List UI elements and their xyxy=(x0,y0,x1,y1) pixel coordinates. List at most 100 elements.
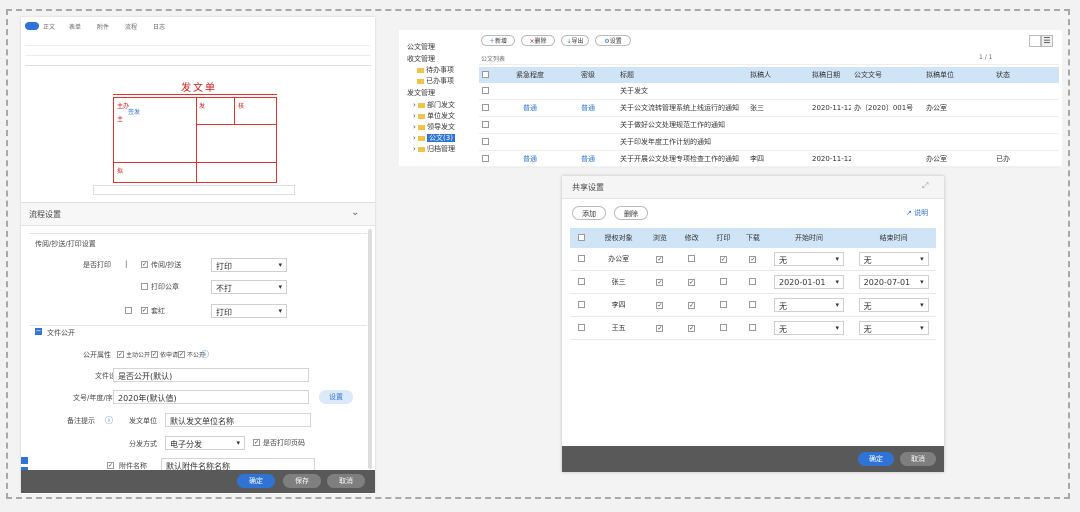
cell-title[interactable]: 关于发文 xyxy=(617,83,747,100)
modal-ok-button[interactable]: 确定 xyxy=(858,452,894,466)
note-sub2-select[interactable]: 电子分发 ▾ xyxy=(165,436,245,450)
share-row-check-cell[interactable] xyxy=(570,248,594,271)
share-perm-checkbox[interactable] xyxy=(749,323,757,331)
share-perm-checkbox[interactable]: ✓ xyxy=(749,256,757,263)
tree-item-5[interactable]: › 单位发文 xyxy=(413,111,455,121)
cell-title[interactable]: 关于开展公文处理专项检查工作的通知 xyxy=(617,150,747,168)
col-secret[interactable]: 密级 xyxy=(559,67,617,83)
share-perm-checkbox[interactable]: ✓ xyxy=(656,256,664,263)
row-checkbox-cell[interactable] xyxy=(479,83,501,100)
tab-4[interactable]: 日志 xyxy=(153,22,165,31)
row-checkbox-cell[interactable] xyxy=(479,150,501,168)
share-perm-d-cell[interactable]: ✓ xyxy=(739,248,767,271)
table-row[interactable]: 关于发文 xyxy=(479,83,1059,100)
share-perm-checkbox[interactable]: ✓ xyxy=(688,302,696,309)
table-row[interactable]: 普通 普通 关于公文流转管理系统上线运行的通知 张三 2020-11-12 办〔2020〕… xyxy=(479,99,1059,117)
opt3-checkbox[interactable]: ✓ xyxy=(141,307,148,314)
share-row-check-cell[interactable] xyxy=(570,293,594,317)
col-drafter[interactable]: 拟稿人 xyxy=(747,67,809,83)
pager[interactable]: 1 / 1 xyxy=(979,54,992,61)
share-perm-checkbox[interactable]: ✓ xyxy=(719,256,727,263)
modal-delete-button[interactable]: 删除 xyxy=(614,206,648,220)
share-row[interactable]: 王五 ✓ ✓ 无 ▾ 无 ▾ xyxy=(570,316,936,340)
share-row[interactable]: 办公室 ✓ ✓ ✓ 无 ▾ 无 ▾ xyxy=(570,248,936,271)
select-all-checkbox[interactable] xyxy=(482,70,489,78)
col-checkbox[interactable] xyxy=(479,67,501,83)
share-end-cell[interactable]: 无 ▾ xyxy=(851,293,936,317)
add-button[interactable]: ＋新增 xyxy=(481,35,515,46)
attach-checkbox[interactable]: ✓ xyxy=(107,462,114,469)
opt2-checkbox[interactable] xyxy=(141,283,148,290)
modal-add-button[interactable]: 添加 xyxy=(572,206,606,220)
row-checkbox[interactable] xyxy=(482,86,489,94)
settings-button[interactable]: ⚙设置 xyxy=(595,35,631,46)
opt2-select[interactable]: 不打 ▾ xyxy=(211,280,287,294)
tab-0[interactable]: 正文 xyxy=(43,22,55,31)
row-checkbox-cell[interactable] xyxy=(479,116,501,134)
share-perm-e-cell[interactable]: ✓ xyxy=(675,293,708,317)
tab-1[interactable]: 表单 xyxy=(69,22,81,31)
share-perm-v-cell[interactable]: ✓ xyxy=(644,248,676,271)
pub-opt-2-checkbox[interactable]: ✓ xyxy=(151,351,158,358)
row-checkbox-cell[interactable] xyxy=(479,133,501,151)
row-checkbox-cell[interactable] xyxy=(479,99,501,117)
share-perm-p-cell[interactable]: ✓ xyxy=(707,248,740,271)
pub-opt-3-checkbox[interactable]: ✓ xyxy=(178,351,185,358)
doc-num-set-button[interactable]: 设置 xyxy=(319,390,353,404)
pub-help-icon[interactable]: ⓘ xyxy=(201,349,209,360)
share-start-select[interactable]: 2020-01-01 ▾ xyxy=(773,275,844,289)
share-perm-checkbox[interactable]: ✓ xyxy=(656,325,664,332)
share-start-select[interactable]: 无 ▾ xyxy=(773,298,844,312)
share-perm-d-cell[interactable] xyxy=(739,293,767,317)
share-start-cell[interactable]: 无 ▾ xyxy=(766,316,852,340)
tree-item-3[interactable]: 发文管理 xyxy=(407,88,435,98)
share-end-select[interactable]: 无 ▾ xyxy=(858,298,929,312)
opt1-checkbox[interactable]: ✓ xyxy=(141,261,148,268)
doc-num-input[interactable]: 2020年(默认值) xyxy=(113,390,309,404)
share-select-all-checkbox[interactable] xyxy=(578,233,586,241)
share-perm-d-cell[interactable] xyxy=(739,270,767,294)
note-help-icon[interactable]: ⓘ xyxy=(105,415,113,426)
share-perm-checkbox[interactable]: ✓ xyxy=(688,325,696,332)
share-row-checkbox[interactable] xyxy=(578,323,586,331)
share-start-cell[interactable]: 无 ▾ xyxy=(766,293,852,317)
share-perm-p-cell[interactable] xyxy=(707,270,740,294)
tab-2[interactable]: 附件 xyxy=(97,22,109,31)
share-perm-e-cell[interactable]: ✓ xyxy=(675,316,708,340)
tab-text-active[interactable] xyxy=(25,22,39,30)
share-col-check[interactable] xyxy=(570,228,594,248)
share-perm-v-cell[interactable]: ✓ xyxy=(644,316,676,340)
share-perm-checkbox[interactable] xyxy=(719,323,727,331)
share-end-cell[interactable]: 无 ▾ xyxy=(851,316,936,340)
tree-item-0[interactable]: 收文管理 xyxy=(407,54,435,64)
save-button[interactable]: 保存 xyxy=(283,474,321,488)
settings-scrollbar[interactable] xyxy=(368,229,372,469)
share-perm-v-cell[interactable]: ✓ xyxy=(644,293,676,317)
opt1-select[interactable]: 打印 ▾ xyxy=(211,258,287,272)
ok-button[interactable]: 确定 xyxy=(237,474,275,488)
note-sub1-input[interactable]: 默认发文单位名称 xyxy=(165,413,311,427)
tree-item-6[interactable]: › 领导发文 xyxy=(413,122,455,132)
row-checkbox[interactable] xyxy=(482,154,489,162)
share-end-select[interactable]: 2020-07-01 ▾ xyxy=(858,275,929,289)
share-perm-d-cell[interactable] xyxy=(739,316,767,340)
section-2-expand-icon[interactable]: − xyxy=(35,328,42,335)
share-perm-p-cell[interactable] xyxy=(707,293,740,317)
col-org[interactable]: 拟稿单位 xyxy=(923,67,993,83)
share-perm-e-cell[interactable] xyxy=(675,248,708,271)
share-row[interactable]: 张三 ✓ ✓ 2020-01-01 ▾ 2020-07-01 ▾ xyxy=(570,270,936,294)
share-perm-checkbox[interactable] xyxy=(719,277,727,285)
share-perm-checkbox[interactable] xyxy=(719,300,727,308)
delete-button[interactable]: ×删除 xyxy=(521,35,555,46)
table-row[interactable]: 普通 普通 关于开展公文处理专项检查工作的通知 李四 2020-11-12 办公室 已办 xyxy=(479,150,1059,168)
print-toggle[interactable]: | xyxy=(125,260,127,268)
share-perm-checkbox[interactable]: ✓ xyxy=(656,279,664,286)
col-docno[interactable]: 公文文号 xyxy=(851,67,923,83)
share-end-select[interactable]: 无 ▾ xyxy=(858,252,929,266)
pub-opt-1-checkbox[interactable]: ✓ xyxy=(117,351,124,358)
share-row-check-cell[interactable] xyxy=(570,270,594,294)
opt3-toggle[interactable] xyxy=(125,307,132,314)
share-end-cell[interactable]: 2020-07-01 ▾ xyxy=(851,270,936,294)
share-perm-checkbox[interactable] xyxy=(749,277,757,285)
tree-item-1[interactable]: 待办事项 xyxy=(417,65,454,75)
